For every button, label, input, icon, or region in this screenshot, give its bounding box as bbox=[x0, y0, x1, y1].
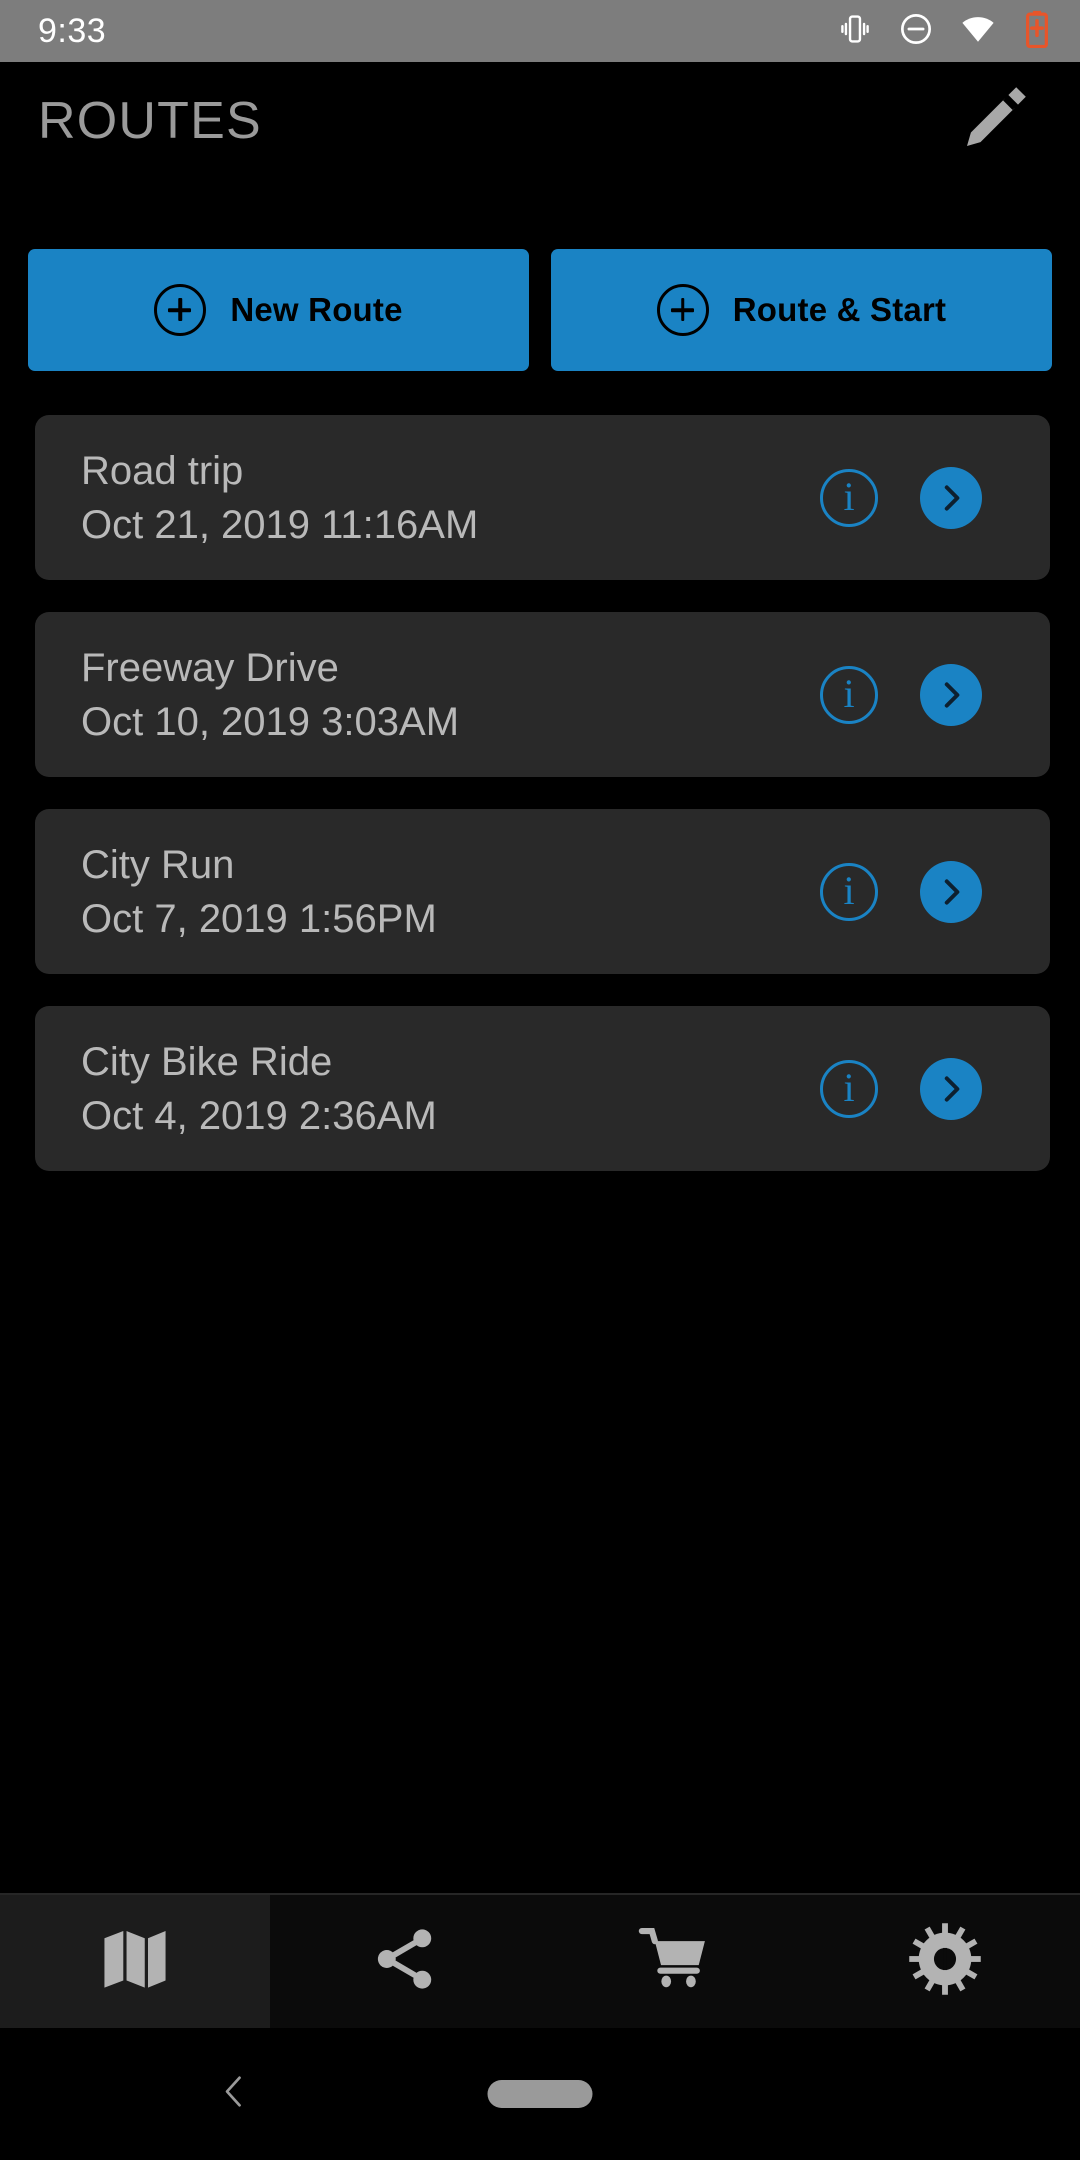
route-list-item[interactable]: City Run Oct 7, 2019 1:56PM i bbox=[35, 809, 1050, 974]
do-not-disturb-icon bbox=[898, 11, 934, 52]
status-bar-icons bbox=[838, 10, 1052, 53]
chevron-right-icon[interactable] bbox=[920, 466, 982, 529]
plus-circle-icon bbox=[656, 284, 709, 336]
route-item-texts: City Bike Ride Oct 4, 2019 2:36AM bbox=[81, 1037, 437, 1141]
tab-store[interactable] bbox=[540, 1895, 810, 2028]
route-date: Oct 10, 2019 3:03AM bbox=[81, 699, 460, 744]
status-bar: 9:33 bbox=[0, 0, 1080, 62]
page-title: ROUTES bbox=[38, 92, 262, 150]
route-date: Oct 4, 2019 2:36AM bbox=[81, 1093, 437, 1138]
route-and-start-button[interactable]: Route & Start bbox=[551, 249, 1052, 371]
chevron-right-icon[interactable] bbox=[920, 1057, 982, 1120]
route-item-actions: i bbox=[820, 860, 1020, 923]
tab-share[interactable] bbox=[270, 1895, 540, 2028]
route-and-start-label: Route & Start bbox=[732, 291, 947, 328]
route-item-texts: City Run Oct 7, 2019 1:56PM bbox=[81, 840, 437, 944]
route-list-item[interactable]: Freeway Drive Oct 10, 2019 3:03AM i bbox=[35, 612, 1050, 777]
route-list-item[interactable]: City Bike Ride Oct 4, 2019 2:36AM i bbox=[35, 1006, 1050, 1171]
cart-icon bbox=[636, 1920, 714, 2003]
battery-charging-icon bbox=[1022, 10, 1052, 53]
info-circle-icon[interactable]: i bbox=[820, 665, 878, 724]
route-name: Road trip bbox=[81, 448, 244, 493]
route-item-actions: i bbox=[820, 663, 1020, 726]
info-circle-icon[interactable]: i bbox=[820, 1059, 878, 1118]
primary-action-row: New Route Route & Start bbox=[0, 249, 1080, 371]
route-item-texts: Freeway Drive Oct 10, 2019 3:03AM bbox=[81, 643, 459, 747]
tab-settings[interactable] bbox=[810, 1895, 1080, 2028]
chevron-left-icon[interactable] bbox=[212, 2070, 256, 2119]
map-icon bbox=[96, 1920, 174, 2003]
share-icon bbox=[368, 1922, 442, 2001]
vibrate-icon bbox=[838, 12, 872, 51]
status-bar-clock: 9:33 bbox=[38, 11, 107, 50]
route-item-actions: i bbox=[820, 1057, 1020, 1120]
route-item-texts: Road trip Oct 21, 2019 11:16AM bbox=[81, 446, 478, 550]
new-route-label: New Route bbox=[230, 291, 403, 328]
info-circle-icon[interactable]: i bbox=[820, 862, 878, 921]
route-name: City Bike Ride bbox=[81, 1039, 333, 1084]
route-name: Freeway Drive bbox=[81, 645, 339, 690]
route-date: Oct 7, 2019 1:56PM bbox=[81, 896, 437, 941]
home-pill-icon[interactable] bbox=[487, 2080, 593, 2108]
route-list-item[interactable]: Road trip Oct 21, 2019 11:16AM i bbox=[35, 415, 1050, 580]
route-item-actions: i bbox=[820, 466, 1020, 529]
new-route-button[interactable]: New Route bbox=[28, 249, 529, 371]
edit-routes-button[interactable] bbox=[946, 73, 1042, 169]
tab-map[interactable] bbox=[0, 1895, 270, 2028]
chevron-right-icon[interactable] bbox=[920, 860, 982, 923]
gear-icon bbox=[906, 1920, 984, 2003]
routes-list: Road trip Oct 21, 2019 11:16AM i Freeway… bbox=[35, 415, 1050, 1203]
pencil-icon bbox=[958, 83, 1030, 160]
info-circle-icon[interactable]: i bbox=[820, 468, 878, 527]
route-name: City Run bbox=[81, 842, 235, 887]
system-navigation-bar bbox=[0, 2028, 1080, 2160]
wifi-icon bbox=[960, 11, 996, 52]
chevron-right-icon[interactable] bbox=[920, 663, 982, 726]
bottom-tab-bar bbox=[0, 1893, 1080, 2028]
plus-circle-icon bbox=[154, 284, 207, 336]
route-date: Oct 21, 2019 11:16AM bbox=[81, 502, 479, 547]
app-screen: 9:33 ROUTES New Route Route & Start Road… bbox=[0, 0, 1080, 2160]
app-header: ROUTES bbox=[0, 62, 1080, 180]
